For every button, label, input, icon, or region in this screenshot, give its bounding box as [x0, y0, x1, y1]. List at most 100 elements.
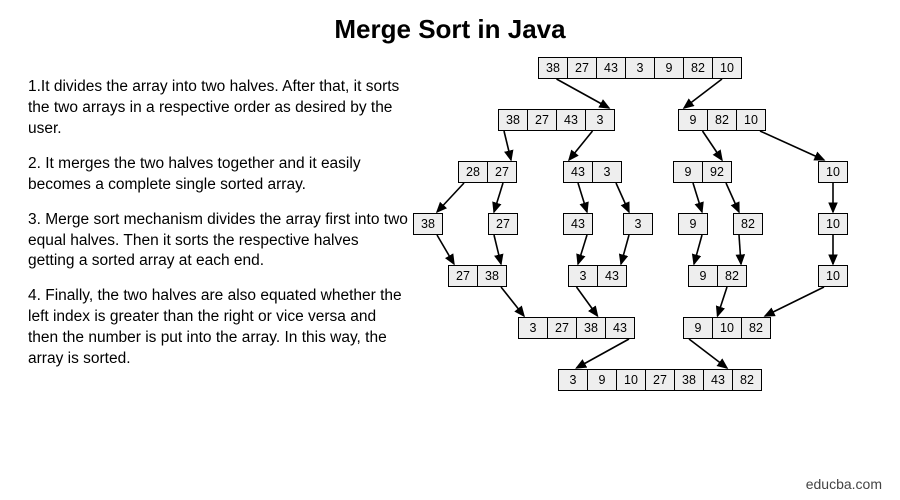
array-node-l1b: 98210 [678, 109, 766, 131]
arrow-l3d-to-m1b [621, 235, 629, 264]
array-cell: 3 [623, 213, 653, 235]
array-cell: 38 [498, 109, 528, 131]
arrow-l1b-to-l2d [760, 131, 824, 160]
array-node-m1c: 982 [688, 265, 747, 287]
array-cell: 10 [736, 109, 766, 131]
array-cell: 3 [568, 265, 598, 287]
arrow-m1d-to-m2b [765, 287, 824, 316]
array-cell: 82 [707, 109, 737, 131]
arrow-m1a-to-m2a [501, 287, 524, 316]
array-cell: 10 [818, 213, 848, 235]
paragraph-3: 3. Merge sort mechanism divides the arra… [28, 210, 408, 273]
array-node-m1a: 2738 [448, 265, 507, 287]
array-cell: 3 [592, 161, 622, 183]
watermark: educba.com [806, 476, 882, 492]
array-cell: 38 [674, 369, 704, 391]
array-node-m2a: 3273843 [518, 317, 635, 339]
arrow-m2a-to-final [577, 339, 630, 368]
arrow-l1a-to-l2a [504, 131, 511, 160]
array-cell: 10 [818, 265, 848, 287]
array-node-l2a: 2827 [458, 161, 517, 183]
paragraph-1: 1.It divides the array into two halves. … [28, 77, 408, 140]
array-cell: 3 [558, 369, 588, 391]
arrow-l1a-to-l2b [569, 131, 593, 160]
arrow-m1c-to-m2b [718, 287, 728, 316]
array-cell: 10 [818, 161, 848, 183]
array-node-final: 391027384382 [558, 369, 762, 391]
array-cell: 82 [741, 317, 771, 339]
arrow-l3c-to-m1b [578, 235, 587, 264]
array-cell: 43 [596, 57, 626, 79]
array-cell: 9 [678, 213, 708, 235]
array-node-root: 382743398210 [538, 57, 742, 79]
array-node-l3b: 27 [488, 213, 518, 235]
array-cell: 9 [587, 369, 617, 391]
page-title: Merge Sort in Java [0, 0, 900, 45]
description-column: 1.It divides the array into two halves. … [28, 55, 408, 455]
array-cell: 38 [477, 265, 507, 287]
arrow-m1b-to-m2a [577, 287, 598, 316]
array-cell: 3 [518, 317, 548, 339]
content-wrapper: 1.It divides the array into two halves. … [0, 45, 900, 455]
array-cell: 27 [645, 369, 675, 391]
arrow-l2c-to-l3e [693, 183, 702, 212]
array-cell: 27 [487, 161, 517, 183]
array-cell: 38 [576, 317, 606, 339]
array-node-l1a: 3827433 [498, 109, 615, 131]
array-cell: 3 [625, 57, 655, 79]
arrow-l2b-to-l3c [578, 183, 587, 212]
array-cell: 38 [413, 213, 443, 235]
arrow-l2b-to-l3d [616, 183, 629, 212]
array-cell: 82 [732, 369, 762, 391]
array-node-l3c: 43 [563, 213, 593, 235]
array-cell: 27 [567, 57, 597, 79]
array-cell: 92 [702, 161, 732, 183]
array-node-m2b: 91082 [683, 317, 771, 339]
array-cell: 43 [703, 369, 733, 391]
arrow-l2c-to-l3f [726, 183, 739, 212]
array-node-l2c: 992 [673, 161, 732, 183]
array-cell: 82 [733, 213, 763, 235]
array-cell: 43 [563, 161, 593, 183]
array-cell: 43 [556, 109, 586, 131]
array-cell: 9 [654, 57, 684, 79]
array-node-l3d: 3 [623, 213, 653, 235]
array-cell: 28 [458, 161, 488, 183]
arrow-m2b-to-final [689, 339, 727, 368]
arrow-l2a-to-l3b [494, 183, 503, 212]
arrow-l1b-to-l2c [703, 131, 723, 160]
arrow-l3b-to-m1a [494, 235, 501, 264]
arrow-l3e-to-m1c [694, 235, 702, 264]
array-cell: 82 [683, 57, 713, 79]
arrow-layer [408, 55, 878, 455]
array-cell: 43 [597, 265, 627, 287]
array-cell: 10 [712, 317, 742, 339]
array-node-l2d: 10 [818, 161, 848, 183]
array-cell: 9 [683, 317, 713, 339]
array-cell: 10 [712, 57, 742, 79]
arrow-root-to-l1b [684, 79, 722, 108]
array-cell: 9 [673, 161, 703, 183]
array-cell: 27 [488, 213, 518, 235]
paragraph-4: 4. Finally, the two halves are also equa… [28, 286, 408, 370]
array-cell: 9 [688, 265, 718, 287]
array-cell: 27 [527, 109, 557, 131]
array-node-m1d: 10 [818, 265, 848, 287]
array-node-l3a: 38 [413, 213, 443, 235]
array-node-l2b: 433 [563, 161, 622, 183]
array-cell: 82 [717, 265, 747, 287]
arrow-root-to-l1a [557, 79, 610, 108]
array-cell: 27 [547, 317, 577, 339]
array-node-l3f: 82 [733, 213, 763, 235]
array-node-m1b: 343 [568, 265, 627, 287]
merge-sort-diagram: 3827433982103827433982102827433992103827… [408, 55, 878, 455]
array-cell: 43 [605, 317, 635, 339]
array-cell: 38 [538, 57, 568, 79]
array-cell: 43 [563, 213, 593, 235]
array-cell: 27 [448, 265, 478, 287]
array-cell: 9 [678, 109, 708, 131]
array-node-l3e: 9 [678, 213, 708, 235]
array-cell: 10 [616, 369, 646, 391]
array-node-l3g: 10 [818, 213, 848, 235]
arrow-l3f-to-m1c [739, 235, 741, 264]
